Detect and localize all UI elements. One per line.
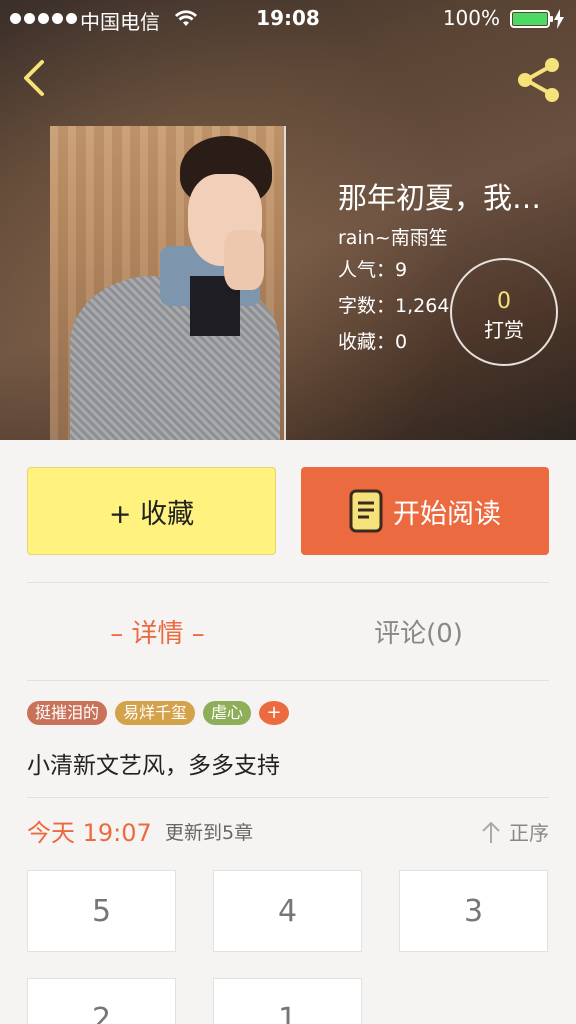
chapter-button[interactable]: 3 (399, 870, 548, 952)
stat-value: 9 (395, 259, 408, 281)
status-bar: 中国电信 19:08 100% (0, 0, 576, 38)
tag-chip[interactable]: 虐心 (203, 701, 252, 725)
start-reading-button[interactable]: 开始阅读 (301, 467, 549, 555)
stat-label: 人气： (338, 259, 396, 281)
update-status: 更新到5章 (165, 822, 254, 844)
battery-percent: 100% (442, 6, 500, 30)
book-author: rain~南雨笙 (338, 227, 448, 249)
divider (27, 797, 549, 798)
sort-up-arrow-icon (482, 821, 500, 843)
add-tag-button[interactable]: + (259, 701, 290, 725)
divider (27, 680, 549, 681)
add-favorite-button[interactable]: + 收藏 (27, 467, 276, 555)
tab-detail[interactable]: – 详情 – (27, 606, 288, 662)
update-row: 今天 19:07 更新到5章 正序 (27, 814, 549, 852)
book-title: 那年初夏，我… (338, 181, 542, 215)
tag-list: 挺摧泪的 易烊千玺 虐心 + (27, 701, 290, 725)
charging-icon (554, 9, 564, 29)
stat-label: 收藏： (338, 331, 396, 353)
sort-order-label: 正序 (509, 821, 549, 845)
book-intro: 小清新文艺风，多多支持 (27, 753, 280, 779)
tip-count: 0 (497, 289, 511, 314)
share-icon[interactable] (514, 56, 564, 104)
stat-label: 字数： (338, 295, 396, 317)
tip-button[interactable]: 0 打赏 (450, 258, 558, 366)
chapter-button[interactable]: 2 (27, 978, 176, 1024)
chapter-button[interactable]: 4 (213, 870, 362, 952)
book-icon (349, 489, 383, 533)
book-cover-image (50, 126, 286, 440)
stat-value: 1,264 (395, 295, 450, 317)
tag-chip[interactable]: 挺摧泪的 (27, 701, 108, 725)
start-reading-label: 开始阅读 (393, 498, 501, 530)
add-favorite-label: + 收藏 (108, 498, 195, 530)
update-date: 今天 19:07 (27, 819, 152, 847)
chapter-button[interactable]: 5 (27, 870, 176, 952)
chapter-button[interactable]: 1 (213, 978, 362, 1024)
tip-label: 打赏 (484, 318, 524, 342)
divider (27, 582, 549, 583)
tag-chip[interactable]: 易烊千玺 (115, 701, 196, 725)
battery-icon (510, 10, 553, 28)
stat-value: 0 (395, 331, 408, 353)
sort-order-button[interactable]: 正序 (481, 814, 549, 852)
tab-comments[interactable]: 评论(0) (288, 606, 549, 662)
back-arrow-icon[interactable] (18, 58, 48, 98)
